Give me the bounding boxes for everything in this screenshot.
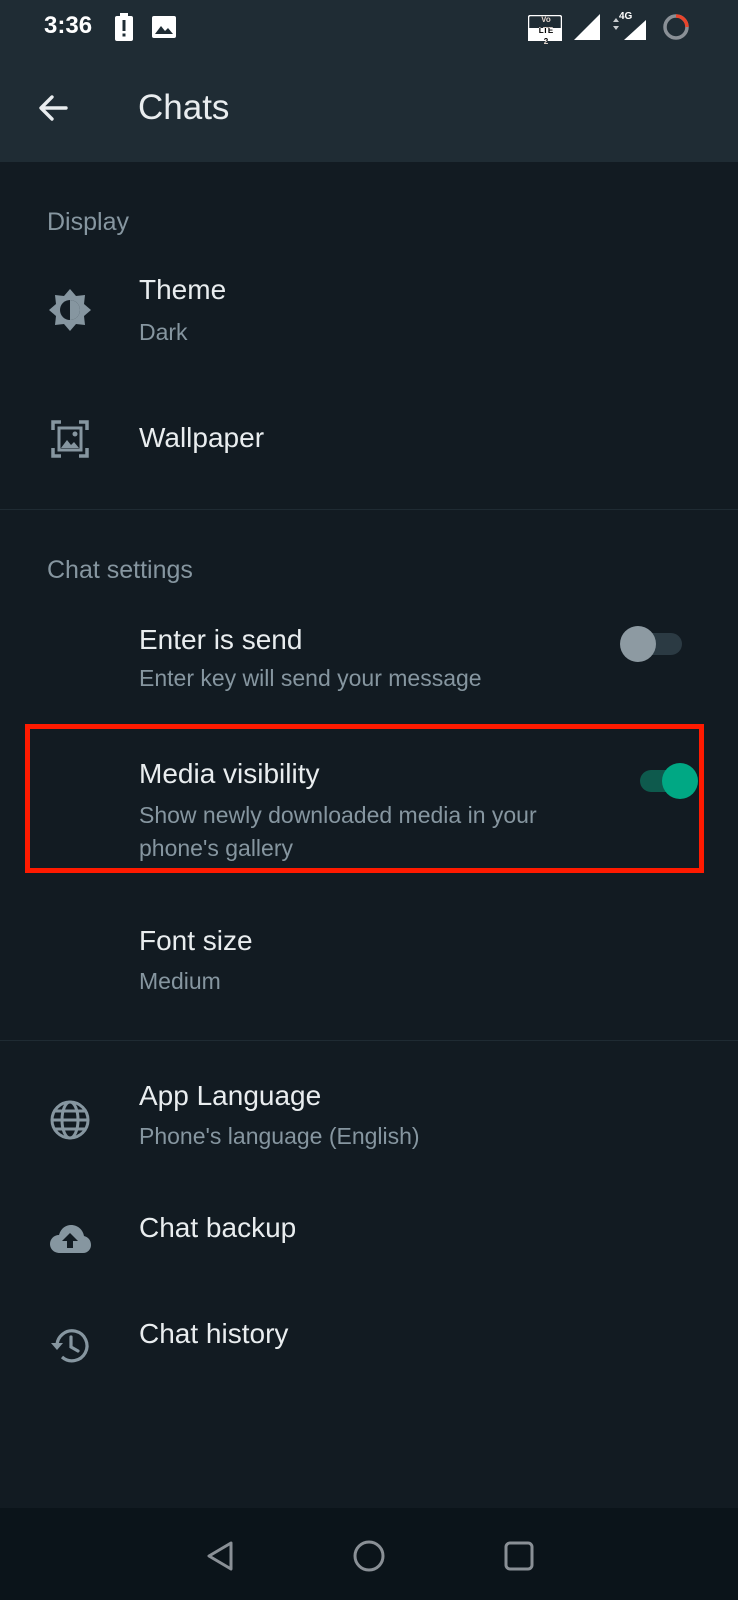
section-header-display: Display <box>47 208 129 236</box>
enter-is-send-subtitle: Enter key will send your message <box>139 665 482 691</box>
enter-is-send-toggle[interactable] <box>620 622 686 664</box>
status-bar: 3:36 Vo LTE 2 4G <box>0 0 738 56</box>
font-size-value: Medium <box>139 968 221 994</box>
enter-is-send-title: Enter is send <box>139 624 303 655</box>
nav-home-icon[interactable] <box>352 1539 386 1573</box>
app-language-title: App Language <box>139 1080 322 1111</box>
setting-theme[interactable]: Theme Dark <box>0 262 738 370</box>
volte-label: Vo LTE 2 <box>538 15 554 46</box>
signal-4g-icon <box>613 18 646 40</box>
loading-ring-icon <box>663 14 689 40</box>
nav-recents-icon[interactable] <box>503 1540 535 1572</box>
divider <box>0 1040 738 1041</box>
app-language-value: Phone's language (English) <box>139 1123 420 1149</box>
page-title: Chats <box>138 88 230 127</box>
theme-value: Dark <box>139 319 188 345</box>
chat-backup-title: Chat backup <box>139 1212 297 1243</box>
setting-app-language[interactable]: App Language Phone's language (English) <box>0 1070 738 1180</box>
wallpaper-title: Wallpaper <box>139 422 265 453</box>
status-time: 3:36 <box>44 12 93 39</box>
theme-title: Theme <box>139 274 227 305</box>
setting-font-size[interactable]: Font size Medium <box>0 905 738 1005</box>
signal-icon <box>574 14 600 40</box>
wallpaper-icon <box>48 417 92 461</box>
toggle-thumb <box>620 626 656 662</box>
cloud-upload-icon <box>48 1218 92 1262</box>
nav-bar <box>0 1508 738 1600</box>
font-size-title: Font size <box>139 925 253 956</box>
setting-chat-history[interactable]: Chat history <box>0 1310 738 1400</box>
setting-enter-is-send[interactable]: Enter is send Enter key will send your m… <box>0 612 738 704</box>
nav-back-icon[interactable] <box>204 1540 236 1572</box>
highlight-box <box>25 724 704 873</box>
setting-chat-backup[interactable]: Chat backup <box>0 1200 738 1290</box>
history-icon <box>48 1324 92 1368</box>
arrow-left-icon <box>39 95 68 121</box>
setting-wallpaper[interactable]: Wallpaper <box>0 400 738 478</box>
globe-icon <box>48 1098 92 1142</box>
app-bar: Chats <box>0 56 738 162</box>
chat-history-title: Chat history <box>139 1318 289 1349</box>
section-header-chat-settings: Chat settings <box>47 556 193 584</box>
divider <box>0 509 738 510</box>
back-button[interactable] <box>32 86 76 130</box>
image-icon <box>152 16 176 38</box>
battery-alert-icon <box>115 13 133 41</box>
theme-icon <box>48 288 92 332</box>
